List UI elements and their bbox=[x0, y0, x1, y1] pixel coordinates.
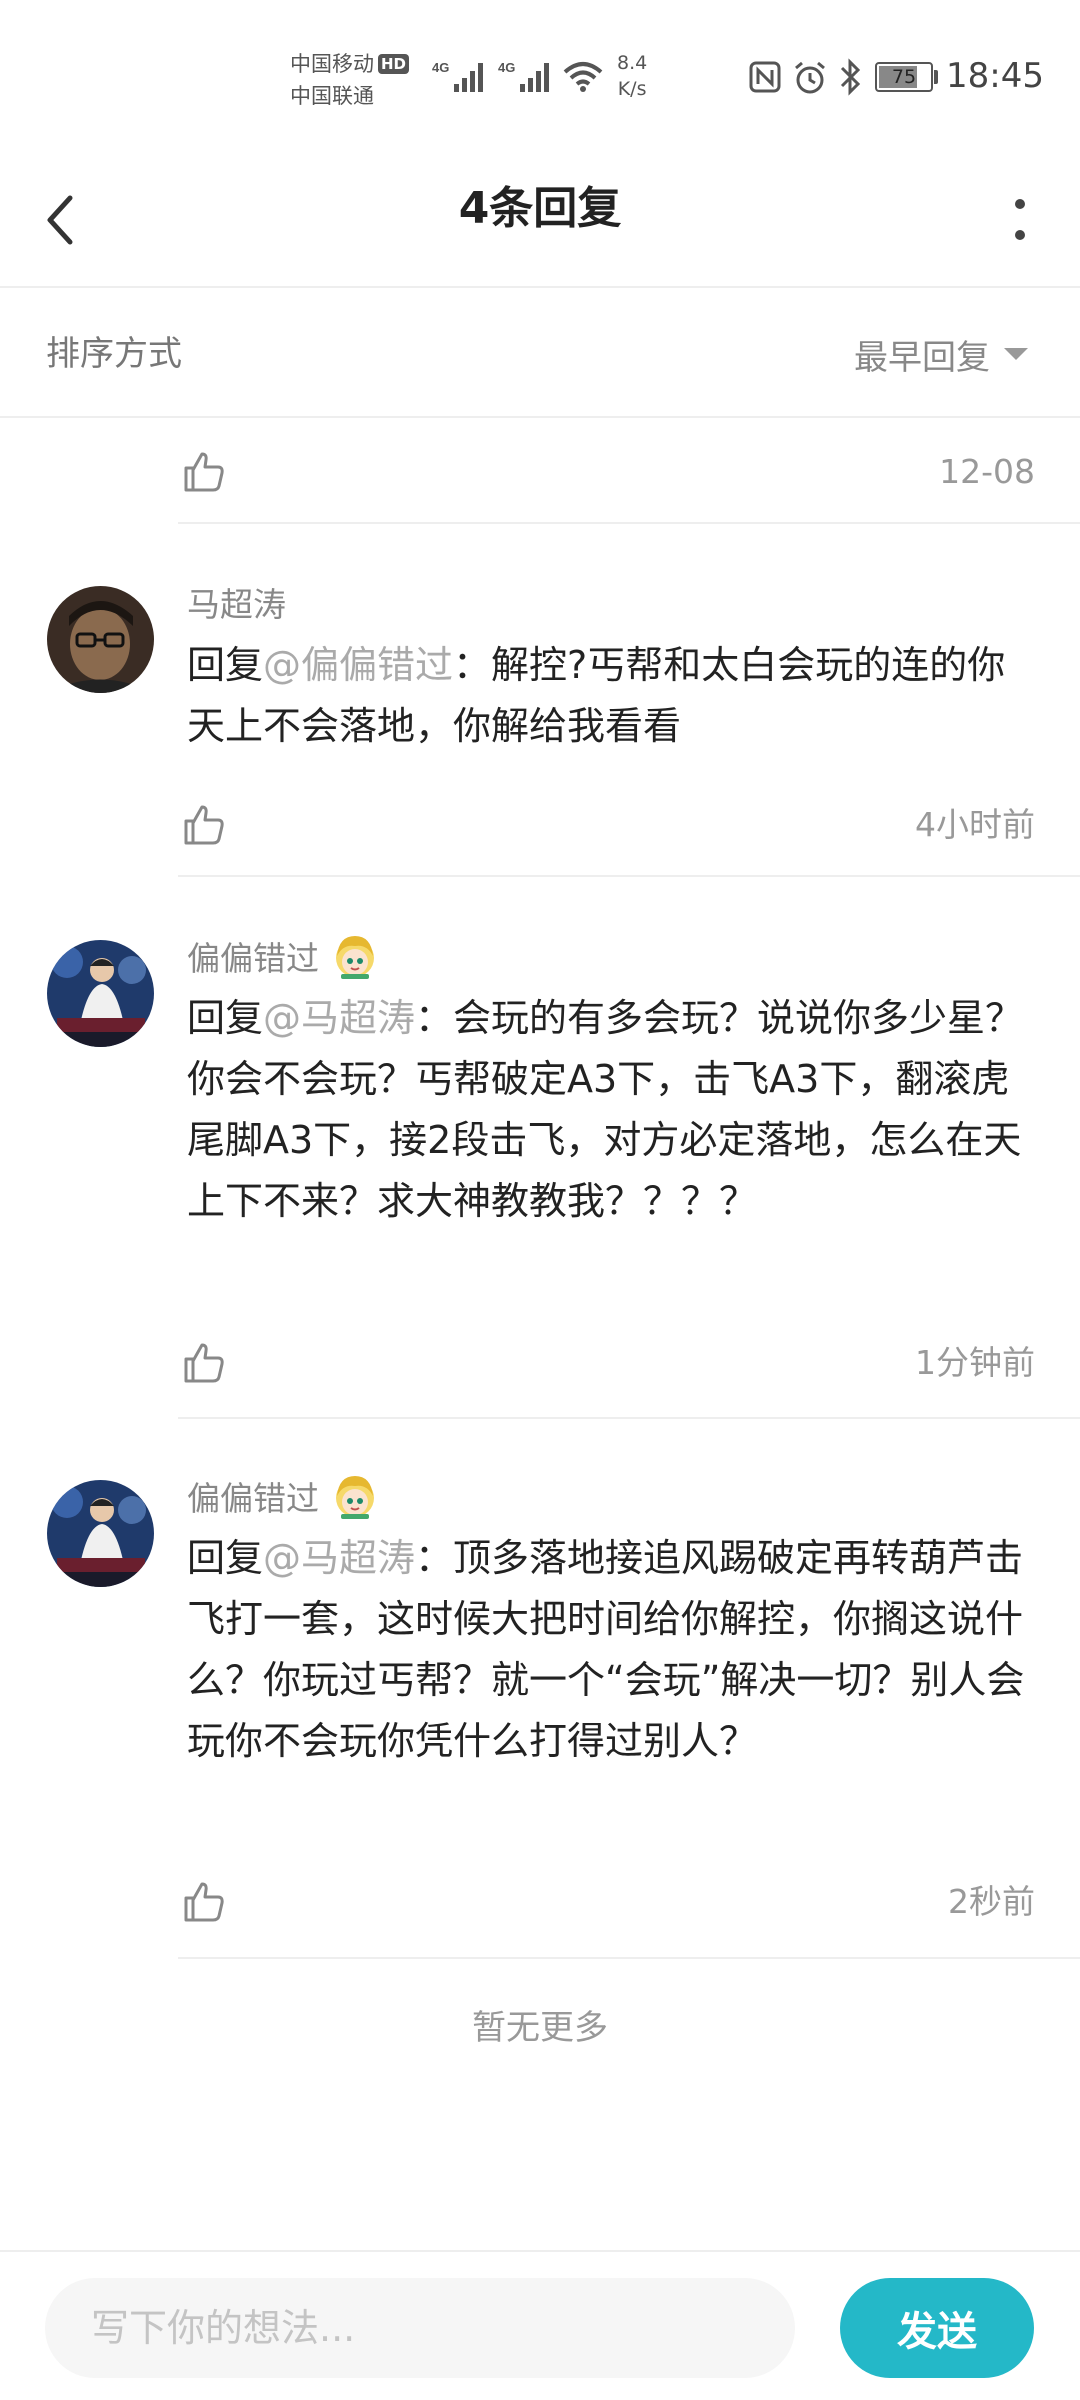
reply-content: 回复@偏偏错过：解控?丐帮和太白会玩的连的你天上不会落地，你解给我看看 bbox=[187, 635, 1032, 757]
reply-content: 回复@马超涛：顶多落地接追风踢破定再转葫芦击飞打一套，这时候大把时间给你解控，你… bbox=[187, 1528, 1032, 1772]
author-name: 偏偏错过 bbox=[187, 1479, 319, 1518]
more-vertical-icon bbox=[1015, 199, 1025, 240]
reply-prefix: 回复 bbox=[187, 996, 264, 1040]
comment-input[interactable] bbox=[45, 2278, 795, 2378]
divider bbox=[178, 875, 1080, 877]
send-button[interactable]: 发送 bbox=[840, 2278, 1034, 2378]
divider bbox=[178, 1957, 1080, 1959]
thumbs-up-icon[interactable] bbox=[180, 801, 228, 849]
hd-badge: HD bbox=[378, 54, 410, 74]
comment-composer: 发送 bbox=[0, 2250, 1080, 2400]
battery-level: 75 bbox=[891, 66, 917, 88]
nfc-icon bbox=[749, 61, 781, 93]
reply-time: 12-08 bbox=[939, 452, 1035, 491]
carrier-1: 中国移动 bbox=[290, 52, 374, 76]
reply-mention[interactable]: @马超涛 bbox=[263, 996, 415, 1040]
reply-prefix: 回复 bbox=[187, 1536, 264, 1580]
battery-icon: 75 bbox=[875, 62, 933, 92]
header-bar: 4条回复 bbox=[0, 150, 1080, 288]
divider bbox=[178, 1417, 1080, 1419]
avatar[interactable] bbox=[47, 1480, 154, 1587]
status-time: 18:45 bbox=[946, 56, 1044, 96]
reply-action-row: 2秒前 bbox=[180, 1872, 1035, 1932]
sort-order-value: 最早回复 bbox=[854, 337, 990, 378]
status-bar: 中国移动 HD 中国联通 4G 4G 8.4 K/s 75 18:45 bbox=[0, 0, 1080, 150]
reply-mention[interactable]: @马超涛 bbox=[263, 1536, 415, 1580]
thumbs-up-icon[interactable] bbox=[180, 448, 228, 496]
reply-mention[interactable]: @偏偏错过 bbox=[263, 643, 453, 687]
reply-author[interactable]: 马超涛 bbox=[187, 578, 286, 626]
user-avatar-image bbox=[47, 940, 154, 1047]
network-speed-unit: K/s bbox=[617, 78, 647, 100]
reply-time: 4小时前 bbox=[915, 805, 1035, 844]
network-speed-value: 8.4 bbox=[617, 52, 648, 74]
author-name: 偏偏错过 bbox=[187, 939, 319, 978]
alarm-icon bbox=[795, 61, 825, 94]
cartoon-badge-icon bbox=[336, 1476, 374, 1519]
caret-down-icon bbox=[1004, 348, 1028, 360]
reply-action-row: 1分钟前 bbox=[180, 1333, 1035, 1393]
carrier-2: 中国联通 bbox=[290, 84, 374, 108]
carrier-info: 中国移动 HD 中国联通 bbox=[290, 48, 410, 112]
sort-order-dropdown[interactable]: 最早回复 bbox=[854, 290, 1028, 418]
sort-bar: 排序方式 最早回复 bbox=[0, 290, 1080, 418]
cartoon-badge-icon bbox=[336, 936, 374, 979]
thumbs-up-icon[interactable] bbox=[180, 1878, 228, 1926]
avatar[interactable] bbox=[47, 940, 154, 1047]
reply-time: 1分钟前 bbox=[915, 1343, 1035, 1382]
network-label-2: 4G bbox=[498, 60, 515, 75]
battery-tip bbox=[934, 70, 938, 84]
author-name: 马超涛 bbox=[187, 585, 286, 624]
bluetooth-icon bbox=[840, 58, 861, 96]
avatar[interactable] bbox=[47, 586, 154, 693]
reply-time: 2秒前 bbox=[948, 1882, 1035, 1921]
sort-label: 排序方式 bbox=[46, 334, 182, 374]
page-title: 4条回复 bbox=[458, 183, 622, 234]
signal-icon-1: 4G bbox=[432, 60, 483, 92]
network-label-1: 4G bbox=[432, 60, 449, 75]
more-options-button[interactable] bbox=[990, 180, 1050, 260]
signal-icon-2: 4G bbox=[498, 60, 549, 92]
reply-action-row: 12-08 bbox=[180, 442, 1035, 502]
divider bbox=[178, 522, 1080, 524]
network-speed: 8.4 K/s bbox=[617, 50, 647, 102]
thumbs-up-icon[interactable] bbox=[180, 1339, 228, 1387]
no-more-label: 暂无更多 bbox=[472, 2008, 608, 2048]
reply-content: 回复@马超涛：会玩的有多会玩？说说你多少星？你会不会玩？丐帮破定A3下，击飞A3… bbox=[187, 988, 1032, 1232]
user-avatar-image bbox=[47, 1480, 154, 1587]
wifi-icon bbox=[563, 62, 603, 92]
reply-author[interactable]: 偏偏错过 bbox=[187, 932, 379, 980]
reply-action-row: 4小时前 bbox=[180, 795, 1035, 855]
reply-author[interactable]: 偏偏错过 bbox=[187, 1472, 379, 1520]
reply-prefix: 回复 bbox=[187, 643, 264, 687]
user-avatar-image bbox=[47, 586, 154, 693]
